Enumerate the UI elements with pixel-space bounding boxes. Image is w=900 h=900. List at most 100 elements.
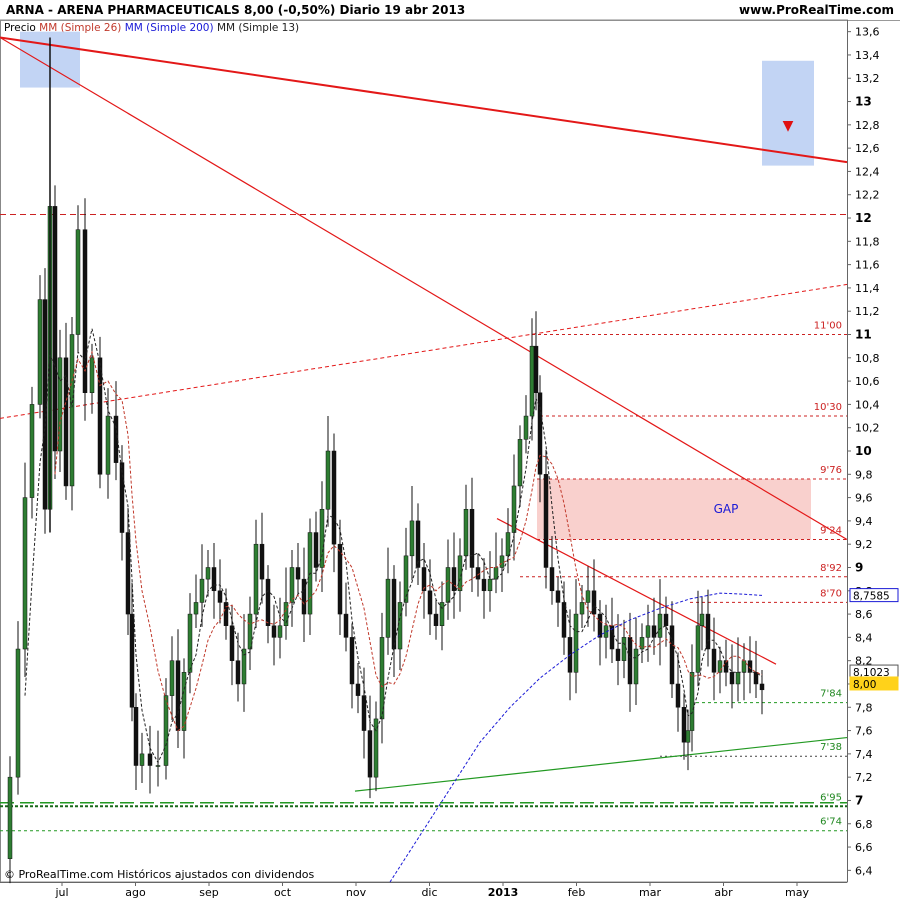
y-axis-ticks: 13,6 13,4 13,2 13 12,8 12,6 12,4 12,2 12 11,8 11,6… [847, 26, 880, 877]
candle-body [175, 660, 181, 731]
y-tick-label: 8,4 [855, 631, 873, 644]
candle-body [367, 730, 373, 778]
y-tick-label: 8,6 [855, 608, 873, 621]
candle-body [627, 637, 633, 685]
candle-body [37, 299, 43, 405]
y-tick-label: 10,8 [855, 352, 880, 365]
candle-body [15, 648, 21, 778]
y-tick-label: 10,6 [855, 375, 880, 388]
candle-body [695, 625, 701, 673]
ma26-line [54, 350, 763, 732]
candle-body [89, 357, 95, 394]
y-tick-label: 12,4 [855, 165, 880, 178]
y-tick-label: 6,4 [855, 864, 873, 877]
candle-body [337, 543, 343, 615]
candle-body [663, 613, 669, 626]
trend-line [0, 36, 848, 541]
y-tick-label: 12,2 [855, 189, 880, 202]
candle-body [343, 613, 349, 638]
y-tick-label: 7,4 [855, 748, 873, 761]
candle-body [163, 695, 169, 766]
candle-body [457, 555, 463, 592]
candle-body [319, 508, 325, 568]
trend-line [0, 36, 848, 164]
candle-body [301, 578, 307, 615]
x-tick-label: sep [199, 886, 218, 899]
candle-body [415, 520, 421, 568]
candle-body [685, 730, 691, 743]
candle-body [349, 637, 355, 685]
candle-body [147, 753, 153, 766]
candle-body [355, 683, 361, 696]
candle-body [139, 753, 145, 766]
y-tick-label: 7,2 [855, 771, 873, 784]
candle-body [119, 462, 125, 533]
candle-body [409, 520, 415, 557]
x-tick-label: oct [274, 886, 292, 899]
x-tick-label: mar [639, 886, 661, 899]
y-tick-label: 9,6 [855, 492, 873, 505]
level-label: 11'00 [814, 321, 842, 332]
candle-body [573, 613, 579, 673]
y-tick-label: 11,6 [855, 259, 880, 272]
gap-zone [537, 478, 811, 540]
candle-body [205, 567, 211, 580]
candle-body [29, 404, 35, 498]
candle-body [533, 345, 539, 394]
candle-body [331, 450, 337, 545]
trend-line [0, 283, 848, 419]
down-arrow-icon: ▼ [783, 118, 794, 134]
level-label: 8'70 [820, 588, 842, 599]
candle-body [75, 229, 81, 335]
candle-body [193, 602, 199, 615]
y-tick-label: 12 [855, 211, 872, 225]
candle-body [729, 672, 735, 685]
level-label: 7'84 [820, 689, 842, 700]
candle-body [259, 543, 265, 580]
candle-body [125, 532, 131, 615]
candle-body [22, 497, 28, 650]
candle-body [689, 672, 695, 731]
candle-body [271, 625, 277, 638]
candle-body [675, 683, 681, 708]
candle-body [427, 590, 433, 615]
candle-body [523, 415, 529, 440]
candle-body [313, 532, 319, 568]
y-tick-label: 6,6 [855, 841, 873, 854]
candle-body [651, 625, 657, 638]
candle-body [97, 357, 103, 475]
candle-body [591, 590, 597, 615]
candle-body [481, 578, 487, 592]
candle-body [741, 660, 747, 673]
y-tick-label: 10,2 [855, 422, 880, 435]
candle-body [289, 567, 295, 603]
candle-body [445, 567, 451, 603]
x-axis-labels: jul ago sep oct nov dic 2013 feb mar abr may [54, 882, 809, 899]
chart-footer: © ProRealTime.com Históricos ajustados c… [4, 868, 315, 881]
trend-line [354, 736, 848, 792]
candle-body [579, 602, 585, 615]
y-tick-label: 11,2 [855, 305, 880, 318]
candle-body [555, 590, 561, 603]
y-tick-label: 9,8 [855, 468, 873, 481]
candle-body [52, 206, 58, 452]
level-label: 6'74 [820, 817, 842, 828]
y-tick-label: 9 [855, 560, 863, 574]
candle-body [217, 590, 223, 603]
candle-body [621, 637, 627, 661]
candle-body [469, 508, 475, 568]
candle-body [699, 613, 705, 626]
candle-body [133, 707, 139, 766]
candle-body [517, 439, 523, 487]
level-label: 6'95 [820, 792, 842, 803]
candle-body [113, 415, 119, 463]
y-tick-label: 9,2 [855, 538, 873, 551]
candle-body [451, 567, 457, 592]
candle-body [7, 776, 13, 859]
candle-body [505, 532, 511, 557]
price-chart[interactable]: 13,6 13,4 13,2 13 12,8 12,6 12,4 12,2 12 11,8 11,6… [0, 0, 900, 900]
candle-body [155, 765, 161, 767]
candle-body [199, 578, 205, 603]
candle-body [735, 672, 741, 685]
candle-body [463, 508, 469, 557]
